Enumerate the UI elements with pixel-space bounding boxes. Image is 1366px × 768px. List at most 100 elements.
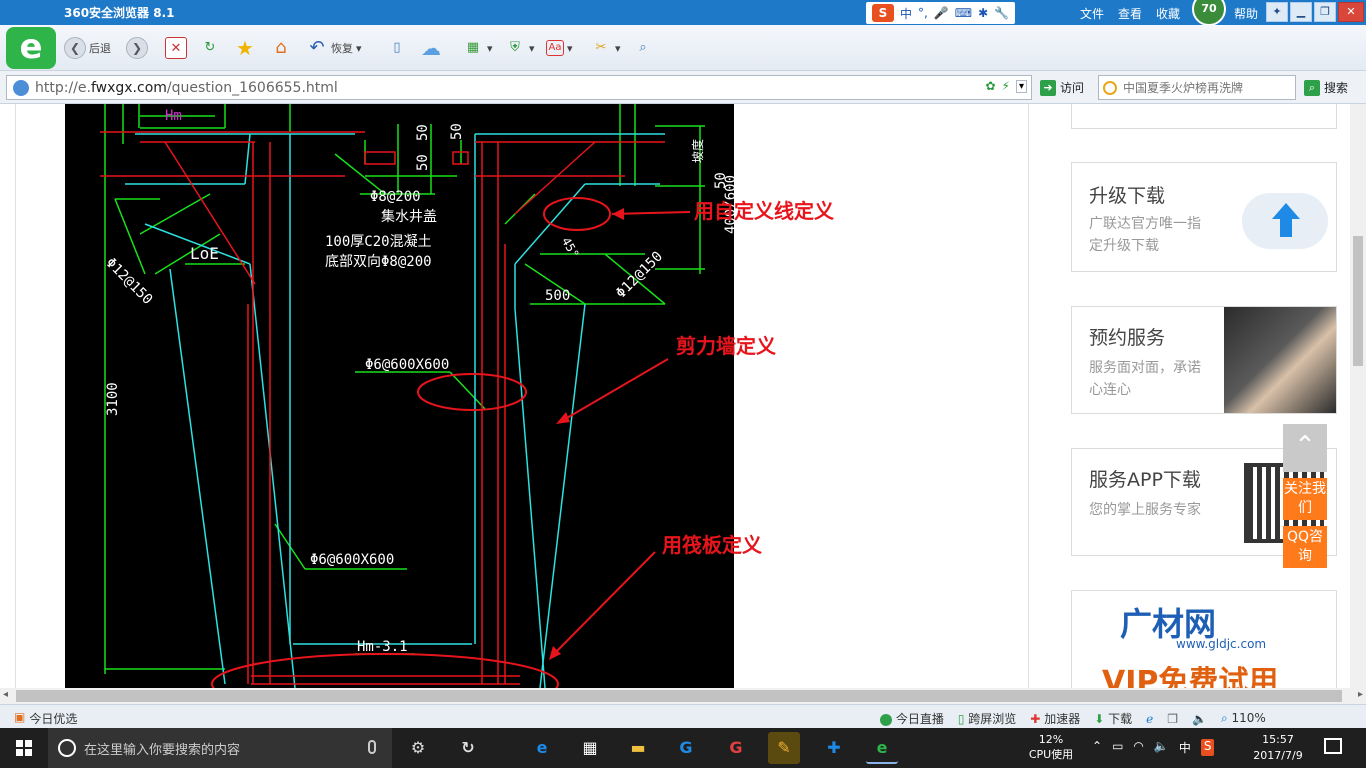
stop-button[interactable]: ✕ (165, 37, 187, 59)
phone-button[interactable]: ▯ (386, 37, 408, 59)
browser-logo-icon[interactable]: e (6, 27, 56, 69)
menu-file[interactable]: 文件 (1080, 5, 1104, 22)
ad-vip: VIP免费试用 (1102, 665, 1279, 688)
accelerator-button[interactable]: ✚ 加速器 (1030, 710, 1080, 727)
vertical-scrollbar[interactable] (1350, 104, 1366, 688)
label-phi12-right: Φ12@150 (613, 249, 666, 302)
label-slope: 坡度 (690, 139, 705, 163)
window-icon[interactable]: ❐ (1167, 712, 1178, 726)
cloud-button[interactable]: ☁ (416, 37, 446, 59)
follow-us-button[interactable]: 关注我们 (1283, 478, 1327, 520)
globe-icon (13, 79, 29, 96)
url-dropdown-icon[interactable]: ▾ (1015, 79, 1027, 93)
lightning-icon[interactable]: ⚡ (1002, 79, 1010, 93)
horizontal-scrollbar[interactable]: ◂ ▸ (0, 688, 1366, 704)
compat-mode-icon[interactable]: ✿ (985, 79, 995, 93)
level-badge[interactable]: 70 (1192, 0, 1226, 26)
visit-button[interactable]: ➜ 访问 (1040, 79, 1084, 96)
start-button[interactable] (0, 728, 48, 768)
mic-icon[interactable] (368, 740, 376, 754)
sogou-icon[interactable]: S (872, 4, 894, 22)
zoom-button[interactable]: ⌕ (632, 37, 654, 59)
translate-button[interactable]: Aa ▾ (546, 37, 573, 59)
apps-button[interactable]: ▦ ▾ (462, 37, 493, 59)
zoom-level[interactable]: ⌕ 110% (1221, 711, 1266, 726)
translate-icon: Aa (546, 40, 564, 56)
forward-button[interactable]: ❯ (126, 37, 148, 59)
search-input[interactable] (1123, 80, 1293, 95)
back-button[interactable]: ❮ 后退 (64, 37, 111, 59)
search-box[interactable] (1098, 75, 1296, 100)
speaker-icon[interactable]: 🔈 (1192, 712, 1207, 726)
label-phi6-b: Φ6@600X600 (310, 552, 394, 568)
handshake-image (1224, 307, 1336, 413)
close-button[interactable]: ✕ (1338, 2, 1364, 22)
apps-icon: ▦ (466, 40, 480, 55)
scroll-right-icon[interactable]: ▸ (1358, 689, 1363, 700)
chevron-down-icon: ▾ (615, 41, 621, 55)
chevron-down-icon: ▾ (356, 41, 362, 55)
taskbar-search[interactable]: 在这里输入你要搜索的内容 (48, 728, 392, 768)
label-50a: 50 (415, 124, 431, 141)
minimize-button[interactable]: ▁ (1290, 2, 1312, 22)
download-button[interactable]: ⬇ 下载 (1094, 710, 1132, 727)
app-plus-icon[interactable]: ✚ (818, 732, 850, 764)
screenshot-button[interactable]: ✂ ▾ (590, 37, 621, 59)
cross-screen-button[interactable]: ▯ 跨屏浏览 (958, 710, 1016, 727)
mic-icon[interactable]: 🎤 (934, 6, 949, 20)
scroll-left-icon[interactable]: ◂ (3, 689, 8, 700)
wrench-icon[interactable]: 🔧 (994, 6, 1009, 20)
url-text[interactable]: http://e.fwxgx.com/question_1606655.html (35, 80, 338, 96)
search-button[interactable]: ⌕ 搜索 (1304, 79, 1348, 96)
home-button[interactable]: ⌂ (270, 37, 292, 59)
ie-icon[interactable]: ℯ (1146, 712, 1153, 726)
battery-icon[interactable]: ▭ (1112, 739, 1123, 756)
today-pick[interactable]: ▣ 今日优选 (14, 710, 77, 727)
keyboard-icon[interactable]: ⌨ (955, 6, 972, 20)
sync-icon[interactable]: ↻ (452, 732, 484, 764)
menu-help[interactable]: 帮助 (1234, 5, 1258, 22)
ime-toolbar[interactable]: S 中 °, 🎤 ⌨ ✱ 🔧 (866, 2, 1016, 24)
notification-icon[interactable] (1324, 738, 1342, 754)
ime-mode[interactable]: 中 (900, 5, 912, 22)
cloud-icon: ☁ (421, 36, 441, 60)
favorites-button[interactable]: ★ (234, 37, 256, 59)
glodon-app-icon[interactable]: G (670, 732, 702, 764)
search-engine-icon[interactable] (1103, 80, 1117, 95)
back-to-top-button[interactable]: ⌃ (1283, 424, 1327, 472)
store-icon[interactable]: ▦ (574, 732, 606, 764)
sogou-icon[interactable]: S (1200, 739, 1215, 756)
clock[interactable]: 15:57 2017/7/9 (1248, 732, 1308, 764)
volume-icon[interactable]: 🔈 (1154, 739, 1169, 756)
restore-tab-button[interactable]: ↶ 恢复 ▾ (306, 37, 362, 59)
cpu-meter[interactable]: 12% CPU使用 (1024, 732, 1078, 762)
qq-consult-button[interactable]: QQ咨询 (1283, 526, 1327, 568)
menu-view[interactable]: 查看 (1118, 5, 1142, 22)
card-partial[interactable] (1071, 104, 1337, 129)
tray-expand-icon[interactable]: ⌃ (1092, 739, 1102, 756)
shirt-icon[interactable]: ✦ (1266, 2, 1288, 22)
card-booking[interactable]: 预约服务 服务面对面，承诺心连心 (1071, 306, 1337, 414)
refresh-button[interactable]: ↻ (199, 37, 221, 59)
task-view-icon[interactable]: ⚙ (402, 732, 434, 764)
ad-gldjc[interactable]: 广材网 www.gldjc.com VIP免费试用 (1071, 590, 1337, 688)
wifi-icon[interactable]: ◠ (1133, 739, 1143, 756)
skin-icon[interactable]: ✱ (978, 6, 988, 20)
security-button[interactable]: ⛨ ▾ (504, 37, 534, 59)
scrollbar-thumb[interactable] (16, 690, 1342, 702)
card-upgrade[interactable]: 升级下载 广联达官方唯一指定升级下载 (1071, 162, 1337, 272)
url-field[interactable]: http://e.fwxgx.com/question_1606655.html… (6, 75, 1032, 100)
ime-punct[interactable]: °, (918, 6, 928, 20)
menu-favorites[interactable]: 收藏 (1156, 5, 1180, 22)
glodon-app2-icon[interactable]: G (720, 732, 752, 764)
visit-label: 访问 (1060, 81, 1085, 95)
file-explorer-icon[interactable]: ▬ (622, 732, 654, 764)
edge-icon[interactable]: e (526, 732, 558, 764)
notes-icon[interactable]: ✎ (768, 732, 800, 764)
ime-indicator[interactable]: 中 (1179, 739, 1191, 756)
live-button[interactable]: 今日直播 (880, 710, 944, 727)
scrollbar-thumb[interactable] (1353, 236, 1363, 366)
restore-button[interactable]: ❐ (1314, 2, 1336, 22)
windows-icon (16, 740, 32, 756)
browser-360-icon[interactable]: e (866, 732, 898, 764)
